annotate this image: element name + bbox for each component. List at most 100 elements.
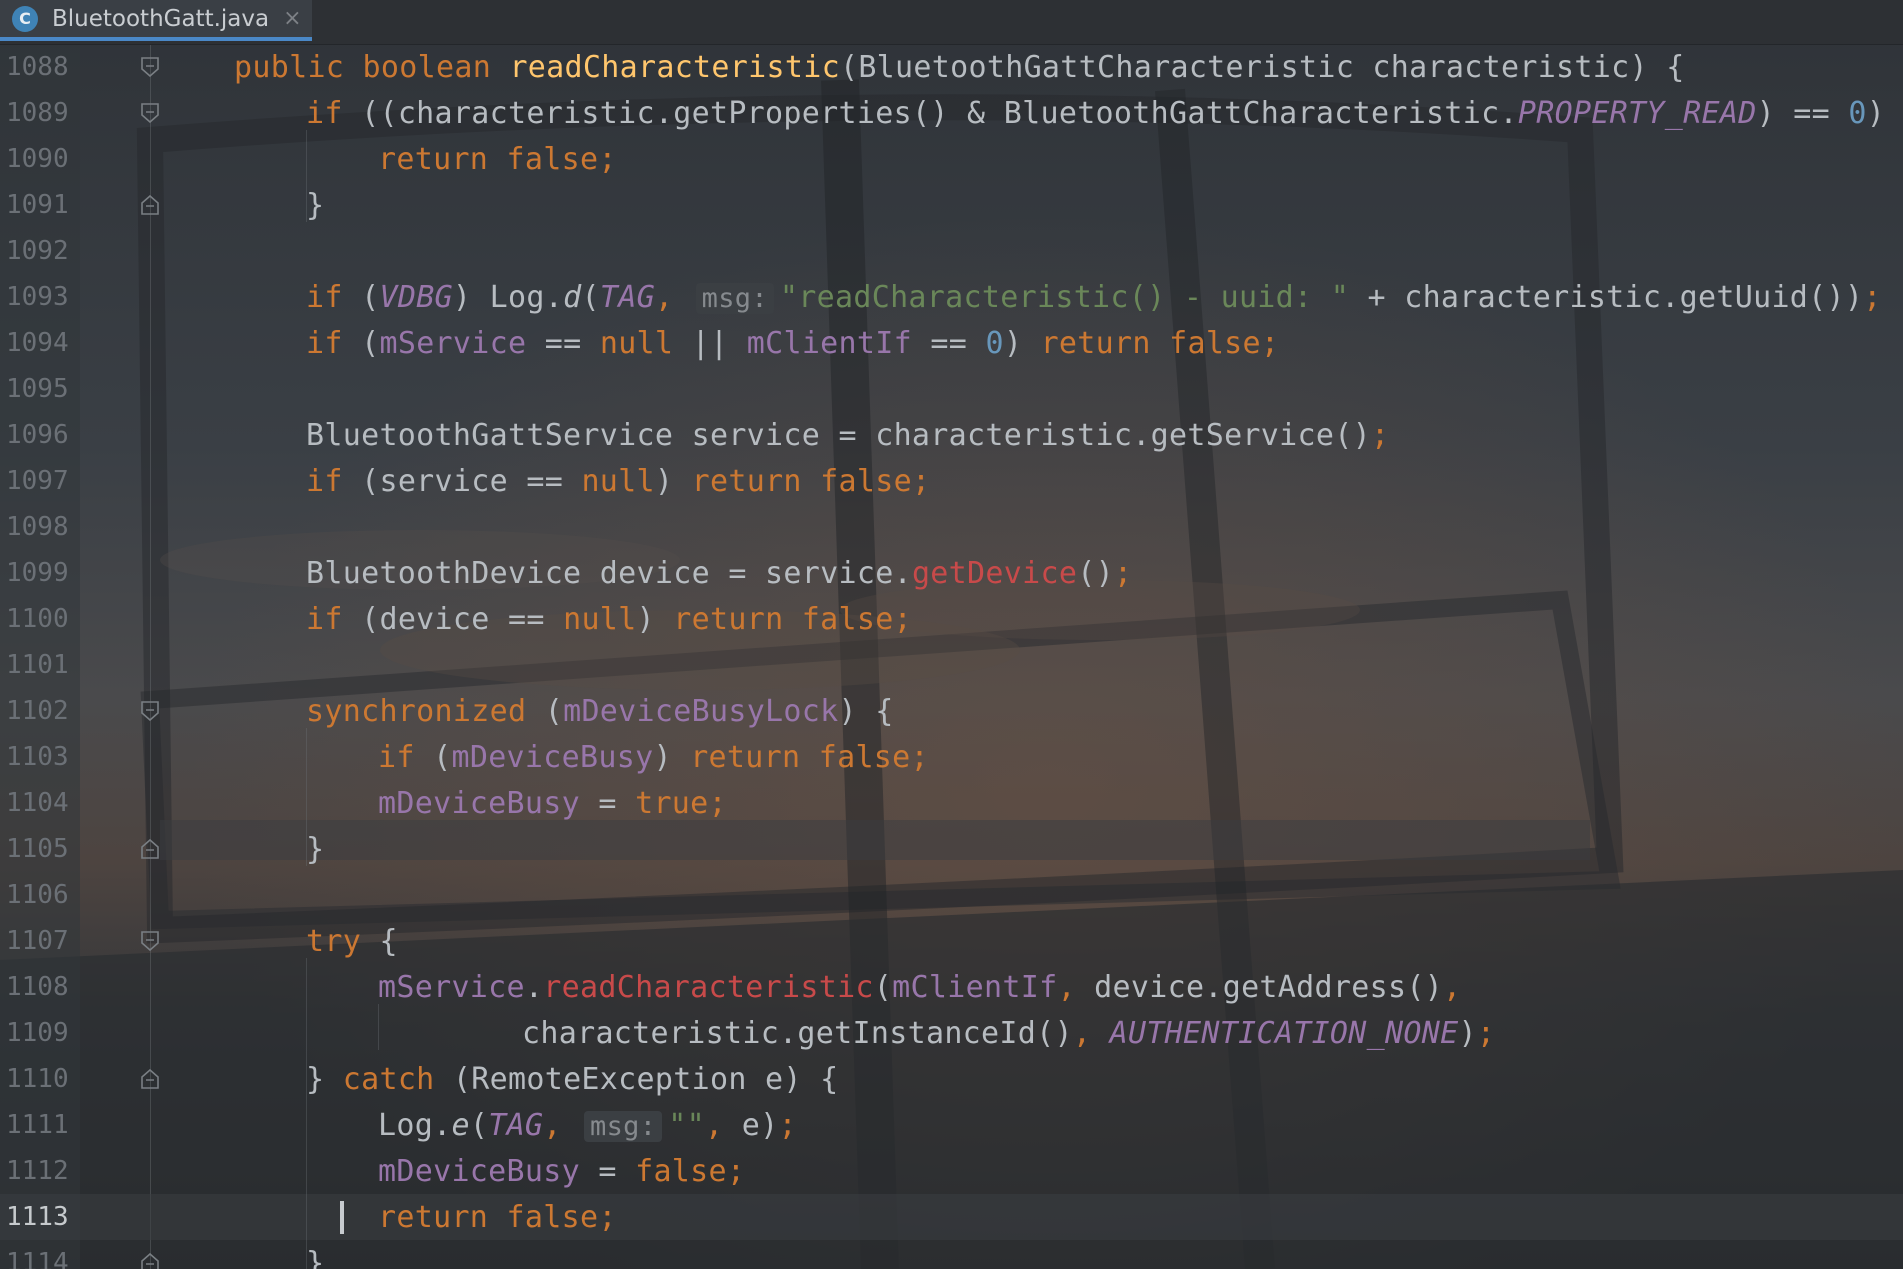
code-token: , <box>705 1107 742 1143</box>
tab-bluetoothgatt-java[interactable]: C BluetoothGatt.java × <box>0 0 312 41</box>
code-line[interactable]: 1105} <box>0 826 1903 872</box>
code-token: mClientIf <box>746 325 912 361</box>
code-text: BluetoothDevice device = service.getDevi… <box>306 556 1132 591</box>
code-line[interactable]: 1099 BluetoothDevice device = service.get… <box>0 550 1903 596</box>
line-number[interactable]: 1101 <box>6 650 76 680</box>
code-line[interactable]: 1103 if (mDeviceBusy) return false; <box>0 734 1903 780</box>
code-line[interactable]: 1111 Log.e(TAG, msg: "", e); <box>0 1102 1903 1148</box>
fold-close-icon[interactable] <box>141 839 159 859</box>
code-token: = <box>579 785 636 821</box>
line-number[interactable]: 1105 <box>6 834 76 864</box>
code-token: mService <box>378 969 525 1005</box>
line-number[interactable]: 1088 <box>6 52 76 82</box>
code-line[interactable]: 1107 try { <box>0 918 1903 964</box>
line-number[interactable]: 1112 <box>6 1156 76 1186</box>
code-token: } <box>306 1061 343 1097</box>
fold-open-icon[interactable] <box>141 103 159 123</box>
line-number[interactable]: 1109 <box>6 1018 76 1048</box>
code-token: } <box>306 831 325 867</box>
line-number[interactable]: 1097 <box>6 466 76 496</box>
code-line[interactable]: 1090 return false; <box>0 136 1903 182</box>
code-text: if ((characteristic.getProperties() & Bl… <box>306 96 1903 131</box>
code-text: Log.e(TAG, msg: "", e); <box>378 1108 797 1143</box>
code-line[interactable]: 1089 if ((characteristic.getProperties() … <box>0 90 1903 136</box>
line-number[interactable]: 1104 <box>6 788 76 818</box>
line-number[interactable]: 1093 <box>6 282 76 312</box>
line-number[interactable]: 1094 <box>6 328 76 358</box>
code-text: synchronized (mDeviceBusyLock) { <box>306 694 894 729</box>
code-token: e) <box>741 1107 779 1143</box>
code-token: "readCharacteristic() - uuid: " <box>779 279 1350 315</box>
code-token: ) == <box>1756 95 1849 131</box>
fold-open-icon[interactable] <box>141 931 159 951</box>
line-number[interactable]: 1113 <box>6 1202 76 1232</box>
code-line[interactable]: 1100 if (device == null) return false; <box>0 596 1903 642</box>
line-number[interactable]: 1090 <box>6 144 76 174</box>
code-token: if <box>306 325 362 361</box>
code-token: + characteristic.getUuid()) <box>1349 279 1864 315</box>
code-editor[interactable]: 1088 public boolean readCharacteristic(Bl… <box>0 44 1903 1269</box>
line-number[interactable]: 1107 <box>6 926 76 956</box>
java-class-icon: C <box>12 5 38 32</box>
code-token: VDBG <box>379 279 453 315</box>
code-token: mDeviceBusy <box>378 1153 580 1189</box>
code-line[interactable]: 1098 <box>0 504 1903 550</box>
code-token: == <box>912 325 986 361</box>
code-line[interactable]: 1112 mDeviceBusy = false; <box>0 1148 1903 1194</box>
code-token: mDeviceBusyLock <box>563 693 839 729</box>
code-line[interactable]: 1088 public boolean readCharacteristic(Bl… <box>0 44 1903 90</box>
line-number[interactable]: 1111 <box>6 1110 76 1140</box>
line-number[interactable]: 1099 <box>6 558 76 588</box>
line-number[interactable]: 1102 <box>6 696 76 726</box>
code-line[interactable]: 1106 <box>0 872 1903 918</box>
line-number[interactable]: 1089 <box>6 98 76 128</box>
code-line[interactable]: 1104 mDeviceBusy = true; <box>0 780 1903 826</box>
line-number[interactable]: 1096 <box>6 420 76 450</box>
line-number[interactable]: 1110 <box>6 1064 76 1094</box>
line-number[interactable]: 1108 <box>6 972 76 1002</box>
code-line[interactable]: 1095 <box>0 366 1903 412</box>
code-token: ( <box>469 1107 489 1143</box>
code-token: , <box>1072 1015 1110 1051</box>
line-number[interactable]: 1103 <box>6 742 76 772</box>
code-line[interactable]: 1091} <box>0 182 1903 228</box>
code-token: () <box>1077 555 1114 591</box>
code-line[interactable]: 1110} catch (RemoteException e) { <box>0 1056 1903 1102</box>
fold-open-icon[interactable] <box>141 57 159 77</box>
code-line[interactable]: 1094 if (mService == null || mClientIf ==… <box>0 320 1903 366</box>
code-line[interactable]: 1114} <box>0 1240 1903 1269</box>
code-line[interactable]: 1092 <box>0 228 1903 274</box>
fold-close-icon[interactable] <box>141 195 159 215</box>
code-line[interactable]: 1113 return false; <box>0 1194 1903 1240</box>
code-token: device.getAddress() <box>1094 969 1444 1005</box>
fold-close-icon[interactable] <box>141 1253 159 1269</box>
code-line[interactable]: 1102 synchronized (mDeviceBusyLock) { <box>0 688 1903 734</box>
code-token: null <box>599 325 674 361</box>
code-token: catch <box>342 1061 453 1097</box>
line-number[interactable]: 1098 <box>6 512 76 542</box>
code-line[interactable]: 1108 mService.readCharacteristic(mClientI… <box>0 964 1903 1010</box>
fold-open-icon[interactable] <box>141 701 159 721</box>
fold-close-icon[interactable] <box>141 1069 159 1089</box>
code-token: 0 <box>985 325 1004 361</box>
line-number[interactable]: 1100 <box>6 604 76 634</box>
parameter-hint: msg: <box>584 1110 663 1142</box>
code-text: if (service == null) return false; <box>306 464 930 499</box>
code-line[interactable]: 1101 <box>0 642 1903 688</box>
code-text: public boolean readCharacteristic(Blueto… <box>234 50 1685 85</box>
code-line[interactable]: 1096 BluetoothGattService service = chara… <box>0 412 1903 458</box>
line-number[interactable]: 1095 <box>6 374 76 404</box>
code-line[interactable]: 1097 if (service == null) return false; <box>0 458 1903 504</box>
code-token: ( <box>361 325 380 361</box>
line-number[interactable]: 1114 <box>6 1248 76 1269</box>
code-token: public <box>234 49 363 85</box>
code-token: , <box>1443 969 1462 1005</box>
code-token: if <box>306 95 362 131</box>
line-number[interactable]: 1091 <box>6 190 76 220</box>
line-number[interactable]: 1106 <box>6 880 76 910</box>
code-line[interactable]: 1093 if (VDBG) Log.d(TAG, msg: "readCharac… <box>0 274 1903 320</box>
code-token: ) <box>653 739 691 775</box>
line-number[interactable]: 1092 <box>6 236 76 266</box>
code-line[interactable]: 1109 characteristic.getInstanceId(), AUTH… <box>0 1010 1903 1056</box>
close-tab-icon[interactable]: × <box>283 6 301 31</box>
